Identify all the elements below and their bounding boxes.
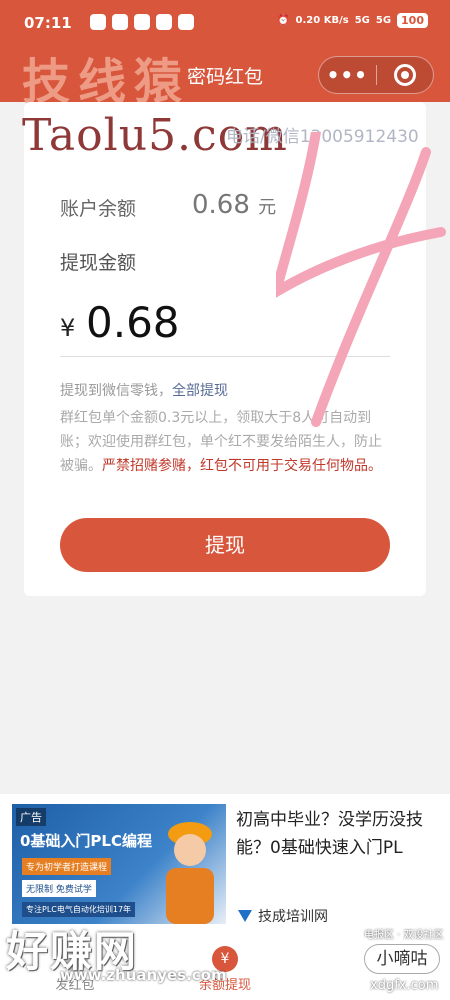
- ad-image[interactable]: 广告 0基础入门PLC编程 专为初学者打造课程 无限制 免费试学 专注PLC电气…: [12, 804, 226, 924]
- shop-app-icon: [134, 14, 150, 30]
- currency-symbol: ¥: [60, 314, 76, 342]
- balance-value: 0.68 元: [192, 190, 276, 220]
- balance-amount: 0.68: [192, 190, 250, 220]
- withdraw-card: 账户余额 0.68 元 提现金额 ¥ 提现到微信零钱，全部提现 群红包单个金额0…: [24, 102, 426, 596]
- signal-icon-2: 5G: [375, 15, 392, 26]
- brand-logo-icon: [238, 910, 252, 922]
- watermark-corner-url: xdgfx.com: [370, 978, 439, 993]
- watermark-contact: 电话/微信13005912430: [226, 127, 419, 147]
- battery-icon: 100: [397, 13, 428, 28]
- ad-image-ribbon: 专为初学者打造课程: [22, 858, 112, 875]
- status-bar: 07:11 ⏰ 0.20 KB/s 5G 5G 100: [0, 0, 450, 46]
- notification-icons: [90, 14, 194, 30]
- notice-warning: 严禁招赌参赌，红包不可用于交易任何物品。: [102, 458, 382, 474]
- close-ring-icon: [393, 64, 416, 86]
- chat-app-icon: [90, 14, 106, 30]
- input-underline: [60, 356, 390, 357]
- message-app-icon: [112, 14, 128, 30]
- ad-tag: 广告: [16, 808, 46, 826]
- watermark-bottom-url: www.zhuanyes.com: [60, 966, 227, 984]
- amount-label: 提现金额: [60, 252, 137, 274]
- ad-brand-name: 技成培训网: [258, 909, 328, 925]
- to-wechat-text: 提现到微信零钱，: [60, 383, 172, 399]
- ad-text[interactable]: 初高中毕业？没学历没技能？0基础快速入门PL: [236, 806, 441, 862]
- watermark-corner-badge: 小嘀咕: [364, 944, 440, 974]
- withdraw-destination: 提现到微信零钱，全部提现: [60, 380, 228, 400]
- ad-brand: 技成培训网: [238, 906, 328, 926]
- notice-text: 群红包单个金额0.3元以上，领取大于8人可自动到账；欢迎使用群红包，单个红不要发…: [60, 406, 390, 478]
- network-speed: 0.20 KB/s: [295, 15, 349, 26]
- withdraw-button[interactable]: 提现: [60, 518, 390, 572]
- alarm-icon: ⏰: [277, 15, 290, 26]
- balance-unit: 元: [258, 197, 277, 218]
- close-button[interactable]: [376, 64, 433, 86]
- ad-image-line3: 专注PLC电气自动化培训17年: [22, 902, 136, 917]
- ad-image-line2: 无限制 免费试学: [22, 880, 96, 897]
- mini-program-capsule: •••: [318, 56, 434, 94]
- colorful-app-icon: [178, 14, 194, 30]
- watermark-corner-small: 电报区 · 双设社区: [364, 930, 444, 941]
- withdraw-all-link[interactable]: 全部提现: [172, 383, 228, 399]
- ad-image-headline: 0基础入门PLC编程: [20, 832, 152, 850]
- worker-figure-icon: [166, 822, 214, 924]
- amount-input[interactable]: [86, 298, 386, 347]
- status-time: 07:11: [24, 14, 72, 32]
- signal-icon-1: 5G: [354, 15, 370, 26]
- more-button[interactable]: •••: [319, 63, 376, 87]
- video-app-icon: [156, 14, 172, 30]
- balance-label: 账户余额: [60, 198, 137, 220]
